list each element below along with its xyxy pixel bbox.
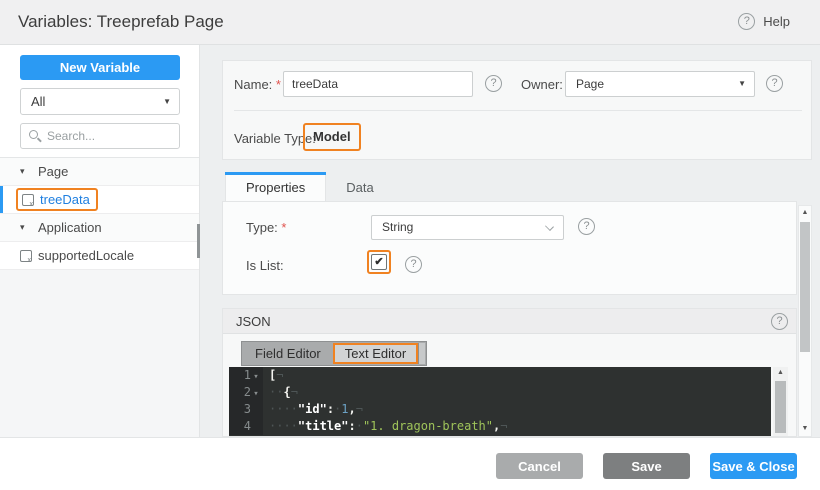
toggle-end-strip: [418, 343, 425, 364]
name-input[interactable]: [283, 71, 473, 97]
sidebar-group-page[interactable]: ▾ Page: [0, 158, 199, 186]
json-panel-header: JSON ?: [223, 309, 796, 334]
variable-type-value: Model: [313, 129, 351, 144]
line-number-gutter: 3: [229, 401, 263, 418]
sidebar-item-treedata[interactable]: treeData: [0, 186, 199, 214]
code-line[interactable]: 4····"title":·"1. dragon-breath",¬: [229, 418, 771, 435]
search-icon: [29, 130, 38, 139]
help-icon[interactable]: ?: [738, 13, 755, 30]
scroll-down-icon[interactable]: ▼: [799, 423, 811, 435]
type-help-icon[interactable]: ?: [578, 218, 595, 235]
chevron-down-icon: [545, 222, 554, 231]
main-scrollbar-thumb[interactable]: [800, 222, 810, 352]
group-label: Page: [38, 164, 68, 179]
tab-data[interactable]: Data: [326, 172, 393, 202]
caret-down-icon: ▼: [163, 89, 171, 114]
line-number-gutter: 2▾: [229, 384, 263, 401]
name-help-icon[interactable]: ?: [485, 75, 502, 92]
variables-dialog: Variables: Treeprefab Page ? Help New Va…: [0, 0, 820, 490]
tab-properties[interactable]: Properties: [225, 172, 326, 202]
sidebar-group-application[interactable]: ▾ Application: [0, 214, 199, 242]
line-number-gutter: 1▾: [229, 367, 263, 384]
code-text: [¬: [263, 367, 283, 384]
owner-label: Owner: *: [521, 77, 572, 92]
json-code-editor[interactable]: 1▾[¬2▾··{¬3····"id":·1,¬4····"title":·"1…: [229, 367, 771, 437]
variable-filter-value: All: [31, 94, 45, 109]
required-asterisk: *: [276, 77, 281, 92]
type-label: Type: *: [246, 220, 286, 235]
editor-scrollbar-thumb[interactable]: [775, 381, 786, 433]
save-and-close-button[interactable]: Save & Close: [710, 453, 797, 479]
properties-panel: Type: * String ? Is List: ✔ ?: [222, 201, 797, 295]
text-editor-button[interactable]: Text Editor: [333, 343, 418, 364]
help-link[interactable]: ? Help: [738, 13, 790, 30]
group-label: Application: [38, 220, 102, 235]
main-content: Name: * ? Owner: * Page ▼ ? Variable Typ…: [200, 45, 820, 437]
help-label[interactable]: Help: [763, 14, 790, 29]
is-list-label: Is List:: [246, 258, 284, 273]
owner-value: Page: [576, 77, 604, 91]
dialog-header: Variables: Treeprefab Page ? Help: [0, 0, 820, 45]
annotation-highlight-box: treeData: [16, 188, 98, 211]
cancel-button[interactable]: Cancel: [496, 453, 583, 479]
line-number-gutter: 4: [229, 418, 263, 435]
page-title: Variables: Treeprefab Page: [18, 12, 224, 32]
search-input[interactable]: [47, 124, 177, 148]
variable-form-panel: Name: * ? Owner: * Page ▼ ? Variable Typ…: [222, 60, 812, 160]
selected-indicator: [0, 186, 3, 213]
variables-sidebar: New Variable All ▼ ▾ Page treeData ▾ App…: [0, 45, 200, 437]
divider: [234, 110, 802, 111]
scroll-up-icon[interactable]: ▲: [773, 367, 788, 379]
json-help-icon[interactable]: ?: [771, 313, 788, 330]
code-text: ····"title":·"1. dragon-breath",¬: [263, 418, 507, 435]
search-box: [20, 123, 180, 149]
variable-item-label: supportedLocale: [38, 248, 134, 263]
owner-select[interactable]: Page ▼: [565, 71, 755, 97]
tab-label: Data: [346, 180, 373, 195]
variable-item-label: treeData: [40, 192, 90, 207]
code-line[interactable]: 2▾··{¬: [229, 384, 771, 401]
annotation-highlight-box: ✔: [367, 250, 391, 274]
json-title: JSON: [236, 314, 271, 329]
editor-scrollbar[interactable]: ▲: [773, 367, 788, 437]
field-editor-button[interactable]: Field Editor: [243, 343, 333, 364]
editor-mode-toggle: Field Editor Text Editor: [241, 341, 427, 366]
tab-label: Properties: [246, 180, 305, 195]
dialog-footer: Cancel Save Save & Close: [0, 437, 820, 490]
variable-filter-select[interactable]: All ▼: [20, 88, 180, 115]
main-scrollbar[interactable]: ▲ ▼: [798, 205, 812, 437]
code-text: ····"id":·1,¬: [263, 401, 363, 418]
save-button[interactable]: Save: [603, 453, 690, 479]
variable-icon: [20, 250, 32, 262]
code-line[interactable]: 3····"id":·1,¬: [229, 401, 771, 418]
new-variable-button[interactable]: New Variable: [20, 55, 180, 80]
scroll-up-icon[interactable]: ▲: [799, 207, 811, 219]
triangle-down-icon[interactable]: ▾: [20, 222, 32, 233]
triangle-down-icon[interactable]: ▾: [20, 166, 32, 177]
code-line[interactable]: 1▾[¬: [229, 367, 771, 384]
name-label: Name: *: [234, 77, 281, 92]
annotation-highlight-box: Model: [303, 123, 361, 151]
sidebar-item-supportedlocale[interactable]: supportedLocale: [0, 242, 199, 270]
caret-down-icon: ▼: [738, 72, 746, 96]
owner-help-icon[interactable]: ?: [766, 75, 783, 92]
is-list-checkbox[interactable]: ✔: [371, 254, 387, 270]
tab-bar: Properties Data: [225, 172, 394, 202]
is-list-help-icon[interactable]: ?: [405, 256, 422, 273]
json-panel: JSON ? Field Editor Text Editor 1▾[¬2▾··…: [222, 308, 797, 437]
sidebar-controls: New Variable All ▼: [0, 45, 199, 158]
type-value: String: [382, 220, 413, 234]
type-select[interactable]: String: [371, 215, 564, 240]
code-text: ··{¬: [263, 384, 298, 401]
required-asterisk: *: [281, 220, 286, 235]
variable-icon: [22, 194, 34, 206]
